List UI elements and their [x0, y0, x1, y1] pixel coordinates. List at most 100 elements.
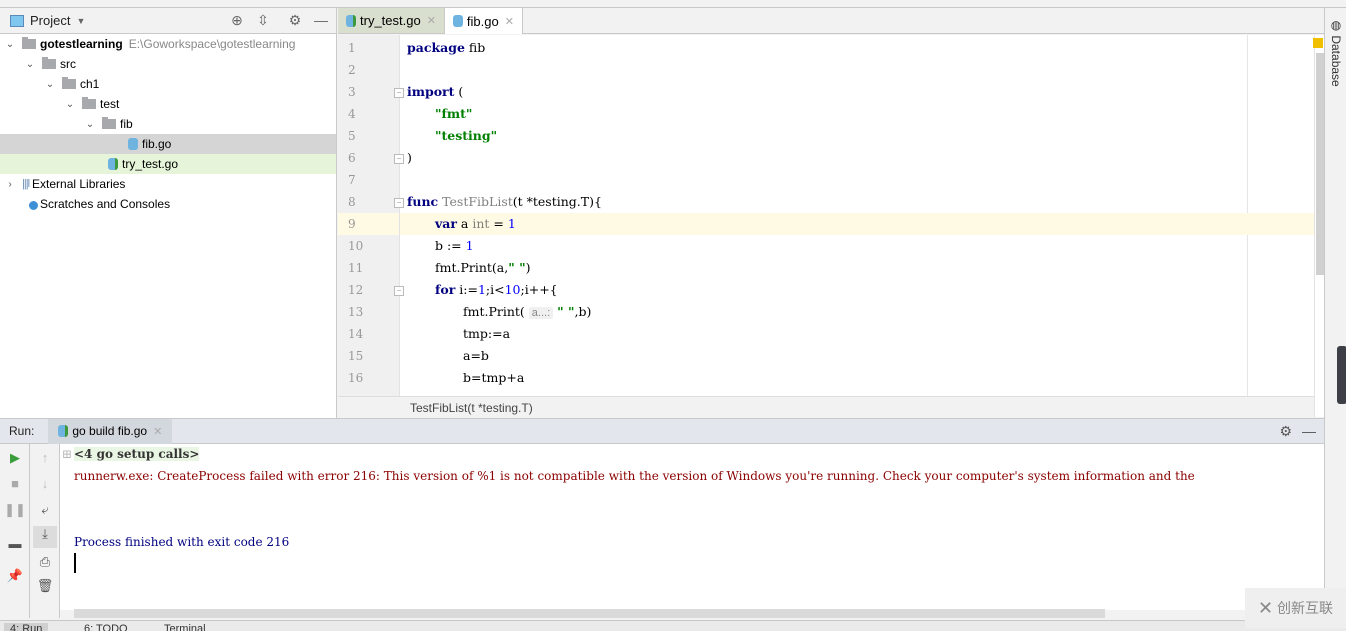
code-line-13: fmt.Print( a...: " ",b) [463, 304, 592, 319]
line-number: 3 [348, 85, 356, 99]
code-line-3: import ( [407, 84, 464, 99]
code-line-6: ) [407, 150, 412, 165]
parameter-hint: a...: [528, 307, 554, 319]
tree-item-test[interactable]: ⌄ test [0, 94, 336, 114]
warning-indicator-icon[interactable] [1313, 38, 1323, 48]
watermark-text: 创新互联 [1277, 600, 1334, 616]
tree-item-label: gotestlearning [40, 37, 123, 51]
tree-item-fib[interactable]: ⌄ fib [0, 114, 336, 134]
line-number: 14 [348, 327, 364, 341]
tree-item-src[interactable]: ⌄ src [0, 54, 336, 74]
tree-item-label: Scratches and Consoles [40, 197, 171, 211]
scroll-to-end-icon[interactable]: ⤓ [33, 526, 57, 548]
gear-icon[interactable]: ⚙ [286, 12, 304, 29]
hide-panel-icon[interactable]: — [312, 12, 330, 28]
scratches-icon [24, 198, 38, 210]
tree-item-ch1[interactable]: ⌄ ch1 [0, 74, 336, 94]
hide-panel-icon[interactable]: — [1302, 423, 1316, 439]
chevron-down-icon[interactable]: ⌄ [24, 59, 36, 70]
line-number: 16 [348, 371, 364, 385]
project-view-selector[interactable]: Project [30, 13, 70, 28]
chevron-right-icon[interactable]: › [4, 179, 16, 190]
go-test-file-icon [108, 158, 118, 170]
close-icon[interactable]: ✕ [427, 14, 436, 27]
rerun-icon[interactable]: ▶ [0, 450, 30, 466]
code-editor[interactable]: 1 2 3 4 5 6 7 8 9 10 11 12 13 14 15 16 −… [338, 35, 1314, 396]
soft-wrap-icon[interactable]: ⤶ [30, 502, 60, 518]
tree-item-label: try_test.go [122, 157, 179, 171]
text-caret [74, 553, 76, 573]
tab-fib-go[interactable]: fib.go ✕ [444, 8, 523, 34]
line-number: 15 [348, 349, 364, 363]
pause-icon[interactable]: ❚❚ [0, 502, 30, 518]
line-number: 1 [348, 41, 356, 55]
stop-icon[interactable]: ■ [0, 476, 30, 491]
trash-icon[interactable]: 🗑 [30, 578, 60, 594]
arrow-up-icon[interactable]: ↑ [30, 450, 60, 465]
tree-item-label: src [60, 57, 76, 71]
project-icon [10, 14, 24, 27]
editor-scrollbar[interactable] [1313, 35, 1324, 417]
line-number: 8 [348, 195, 356, 209]
collapse-all-icon[interactable]: ⇳ [254, 12, 272, 29]
line-number: 9 [338, 213, 399, 235]
line-number: 12 [348, 283, 364, 297]
setup-calls-fold[interactable]: <4 go setup calls> [74, 447, 200, 461]
expand-icon[interactable]: ⊞ [62, 447, 72, 461]
database-tool-button[interactable]: ◍ Database [1329, 18, 1343, 87]
project-panel: Project ▼ ⊕ ⇳ ⚙ — ⌄ gotestlearning E:\Go… [0, 8, 337, 418]
run-tab[interactable]: go build fib.go ✕ [48, 418, 173, 444]
right-tool-stripe: ◍ Database [1324, 8, 1346, 618]
breadcrumb[interactable]: TestFibList(t *testing.T) [338, 396, 1314, 418]
bottom-tool-bar: 4: Run 6: TODO Terminal [0, 620, 1346, 631]
line-number: 2 [348, 63, 356, 77]
chevron-down-icon[interactable]: ⌄ [84, 119, 96, 130]
close-icon[interactable]: ✕ [505, 15, 514, 28]
gear-icon[interactable]: ⚙ [1279, 423, 1292, 440]
chevron-down-icon[interactable]: ⌄ [44, 79, 56, 90]
run-tab-label: go build fib.go [72, 424, 148, 438]
close-icon[interactable]: ✕ [153, 425, 162, 438]
database-icon: ◍ [1329, 18, 1343, 36]
tree-item-gotestlearning[interactable]: ⌄ gotestlearning E:\Goworkspace\gotestle… [0, 34, 336, 54]
arrow-down-icon[interactable]: ↓ [30, 476, 60, 491]
logo-icon: ✕ [1257, 597, 1274, 618]
pin-icon[interactable]: 📌 [0, 568, 30, 584]
tab-label: try_test.go [360, 13, 421, 28]
layout-icon[interactable]: ▬ [0, 536, 30, 551]
tool-tab-run[interactable]: 4: Run [4, 623, 49, 631]
line-number: 13 [348, 305, 364, 319]
code-line-12: for i:=1;i<10;i++{ [435, 282, 558, 297]
tab-try-test-go[interactable]: try_test.go ✕ [338, 8, 445, 33]
line-number: 11 [348, 261, 364, 275]
locate-icon[interactable]: ⊕ [228, 12, 246, 29]
chevron-down-icon[interactable]: ▼ [76, 16, 85, 26]
tree-item-label: fib [120, 117, 133, 131]
console-output[interactable]: ⊞ <4 go setup calls> runnerw.exe: Create… [60, 444, 1324, 610]
tree-item-scratches[interactable]: Scratches and Consoles [0, 194, 336, 214]
tool-tab-terminal[interactable]: Terminal [164, 623, 206, 631]
line-number: 7 [348, 173, 356, 187]
exit-message: Process finished with exit code 216 [74, 535, 290, 549]
console-horizontal-scrollbar[interactable] [74, 609, 1105, 618]
run-toolbar-primary: ▶ ■ ❚❚ ▬ 📌 [0, 444, 30, 618]
folder-icon [22, 37, 36, 49]
go-file-icon [128, 138, 138, 150]
code-line-4: "fmt" [435, 106, 473, 121]
go-test-file-icon [346, 14, 356, 27]
scrollbar-thumb[interactable] [1316, 53, 1324, 275]
chevron-down-icon[interactable]: ⌄ [4, 39, 16, 50]
chevron-down-icon[interactable]: ⌄ [64, 99, 76, 110]
line-number: 6 [348, 151, 356, 165]
code-line-10: b := 1 [435, 238, 474, 253]
tool-tab-todo[interactable]: 6: TODO [84, 623, 128, 631]
print-icon[interactable]: ⎙ [30, 554, 60, 570]
go-run-icon [58, 425, 69, 437]
line-number: 4 [348, 107, 356, 121]
tree-item-fib-go[interactable]: fib.go [0, 134, 336, 154]
code-line-1: package fib [407, 40, 486, 55]
editor-tab-bar: try_test.go ✕ fib.go ✕ [338, 8, 1324, 34]
tree-item-try-test-go[interactable]: try_test.go [0, 154, 336, 174]
line-number: 10 [348, 239, 364, 253]
tree-item-external-libraries[interactable]: › |||l External Libraries [0, 174, 336, 194]
